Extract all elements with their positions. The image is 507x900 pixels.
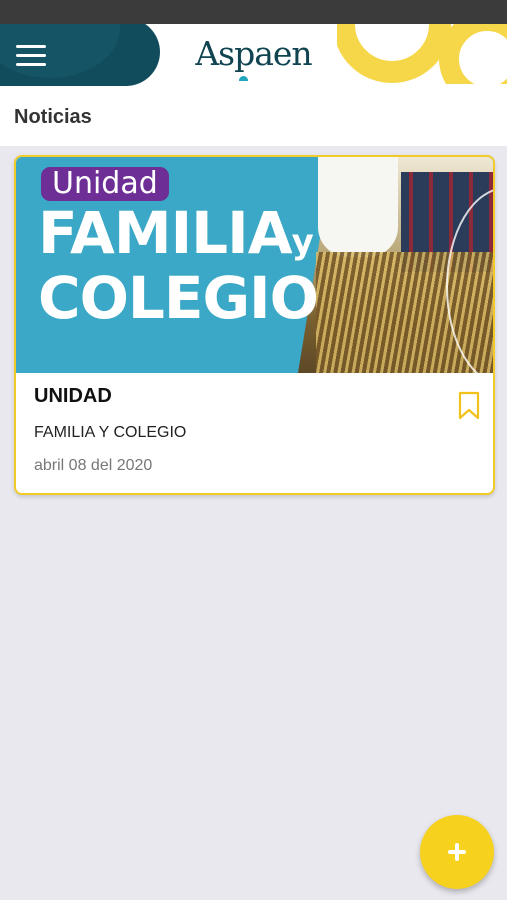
- page-title-bar: Noticias: [0, 88, 507, 146]
- image-heading-line2: COLEGIO: [38, 264, 319, 332]
- photo-student-shirt: [318, 157, 398, 257]
- app-header: Aspaen: [0, 24, 507, 88]
- news-date: abril 08 del 2020: [34, 457, 153, 474]
- news-card[interactable]: Unidad FAMILIAy COLEGIO UNIDAD FAMILIA Y…: [14, 155, 495, 495]
- status-bar: [0, 0, 507, 24]
- page-title: Noticias: [14, 106, 92, 128]
- image-heading: FAMILIAy COLEGIO: [38, 204, 319, 327]
- header-decoration-yellow: [337, 24, 507, 84]
- news-subtitle: FAMILIA Y COLEGIO: [34, 424, 187, 441]
- image-heading-line1: FAMILIA: [38, 199, 293, 267]
- news-card-image: Unidad FAMILIAy COLEGIO: [16, 157, 493, 373]
- news-title: UNIDAD: [34, 385, 112, 407]
- add-news-button[interactable]: [420, 815, 494, 889]
- image-tag: Unidad: [41, 167, 169, 201]
- brand-logo-dot: [239, 76, 248, 81]
- image-heading-y: y: [291, 222, 314, 262]
- bookmark-outline-icon[interactable]: [457, 391, 481, 421]
